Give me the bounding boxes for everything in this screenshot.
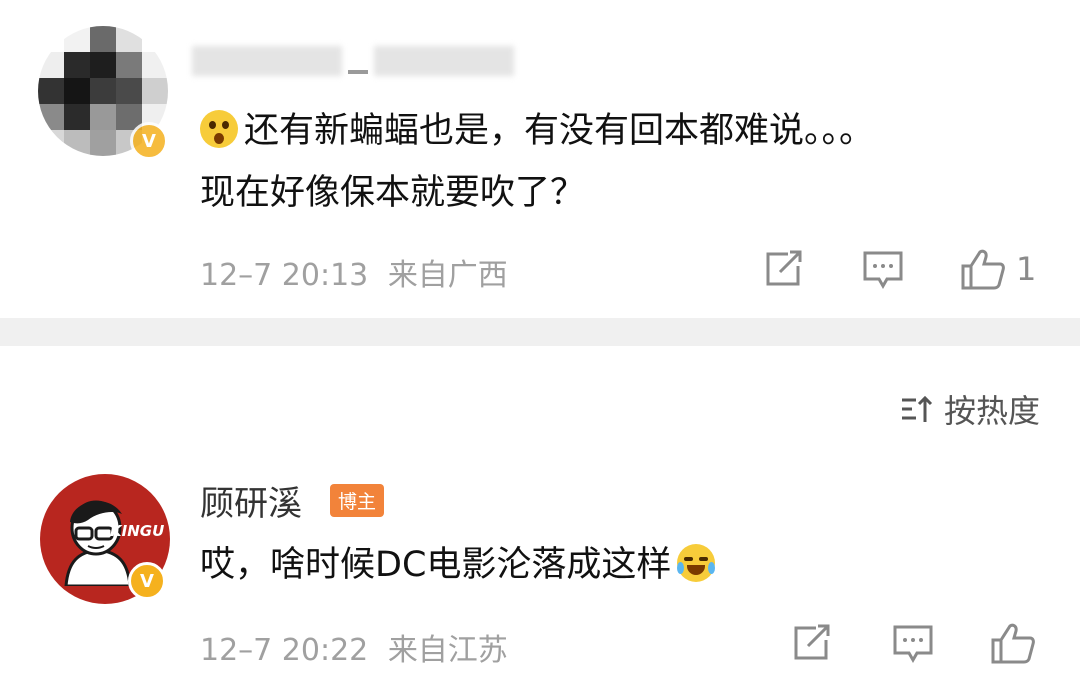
verified-badge-icon: V (128, 562, 166, 600)
username[interactable]: 顾研溪 (200, 476, 302, 525)
comment-text: 哎，啥时候DC电影沦落成这样 (200, 534, 900, 596)
comment-text-content: 哎，啥时候DC电影沦落成这样 (200, 545, 672, 585)
comment-item: KINGU V 顾研溪 博主 哎，啥时候DC电影沦落成这样 12–7 20:22… (0, 0, 1080, 691)
author-tag-badge: 博主 (330, 484, 385, 517)
share-button[interactable] (792, 624, 832, 662)
thumbs-up-icon (991, 623, 1035, 664)
comment-meta: 12–7 20:22 来自江苏 (200, 625, 508, 669)
share-icon (794, 624, 830, 660)
like-button[interactable] (990, 622, 1036, 664)
comment-feed: V 还有新蝙蝠也是，有没有回本都难说。。。 现在好像保本就要吹了？ 12–7 2… (0, 0, 1080, 691)
comment-icon (893, 625, 933, 664)
crying-laughing-face-icon (677, 544, 716, 582)
timestamp: 12–7 20:22 (200, 633, 369, 668)
location: 来自江苏 (387, 633, 508, 668)
comment-button[interactable] (892, 624, 934, 664)
kingu-avatar-text: KINGU (110, 522, 165, 540)
